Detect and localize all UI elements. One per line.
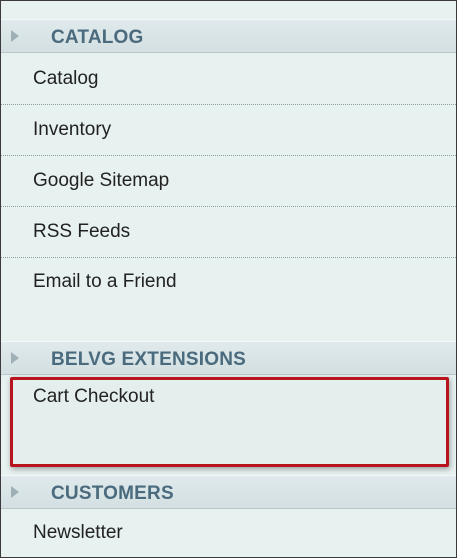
admin-config-sidebar: CATALOG Catalog Inventory Google Sitemap… [0,0,457,558]
section-header-customers[interactable]: CUSTOMERS [1,475,456,509]
menu-item-rss-feeds[interactable]: RSS Feeds [1,208,456,258]
menu-item-label: Inventory [33,119,112,140]
menu-item-inventory[interactable]: Inventory [1,106,456,156]
triangle-right-icon [11,486,19,498]
menu-item-label: Cart Checkout [33,386,155,407]
menu-item-label: Email to a Friend [33,271,177,292]
menu-item-label: Google Sitemap [33,170,170,191]
menu-item-catalog[interactable]: Catalog [1,55,456,105]
menu-item-label: Catalog [33,68,99,89]
section-title: CUSTOMERS [51,483,174,504]
menu-item-label: RSS Feeds [33,221,131,242]
menu-item-google-sitemap[interactable]: Google Sitemap [1,157,456,207]
section-title: CATALOG [51,27,144,48]
section-header-catalog[interactable]: CATALOG [1,19,456,53]
menu-item-newsletter[interactable]: Newsletter [1,509,456,557]
triangle-right-icon [11,30,19,42]
menu-item-cart-checkout[interactable]: Cart Checkout [1,359,456,409]
menu-item-email-to-a-friend[interactable]: Email to a Friend [1,258,456,308]
menu-item-label: Newsletter [33,522,123,543]
